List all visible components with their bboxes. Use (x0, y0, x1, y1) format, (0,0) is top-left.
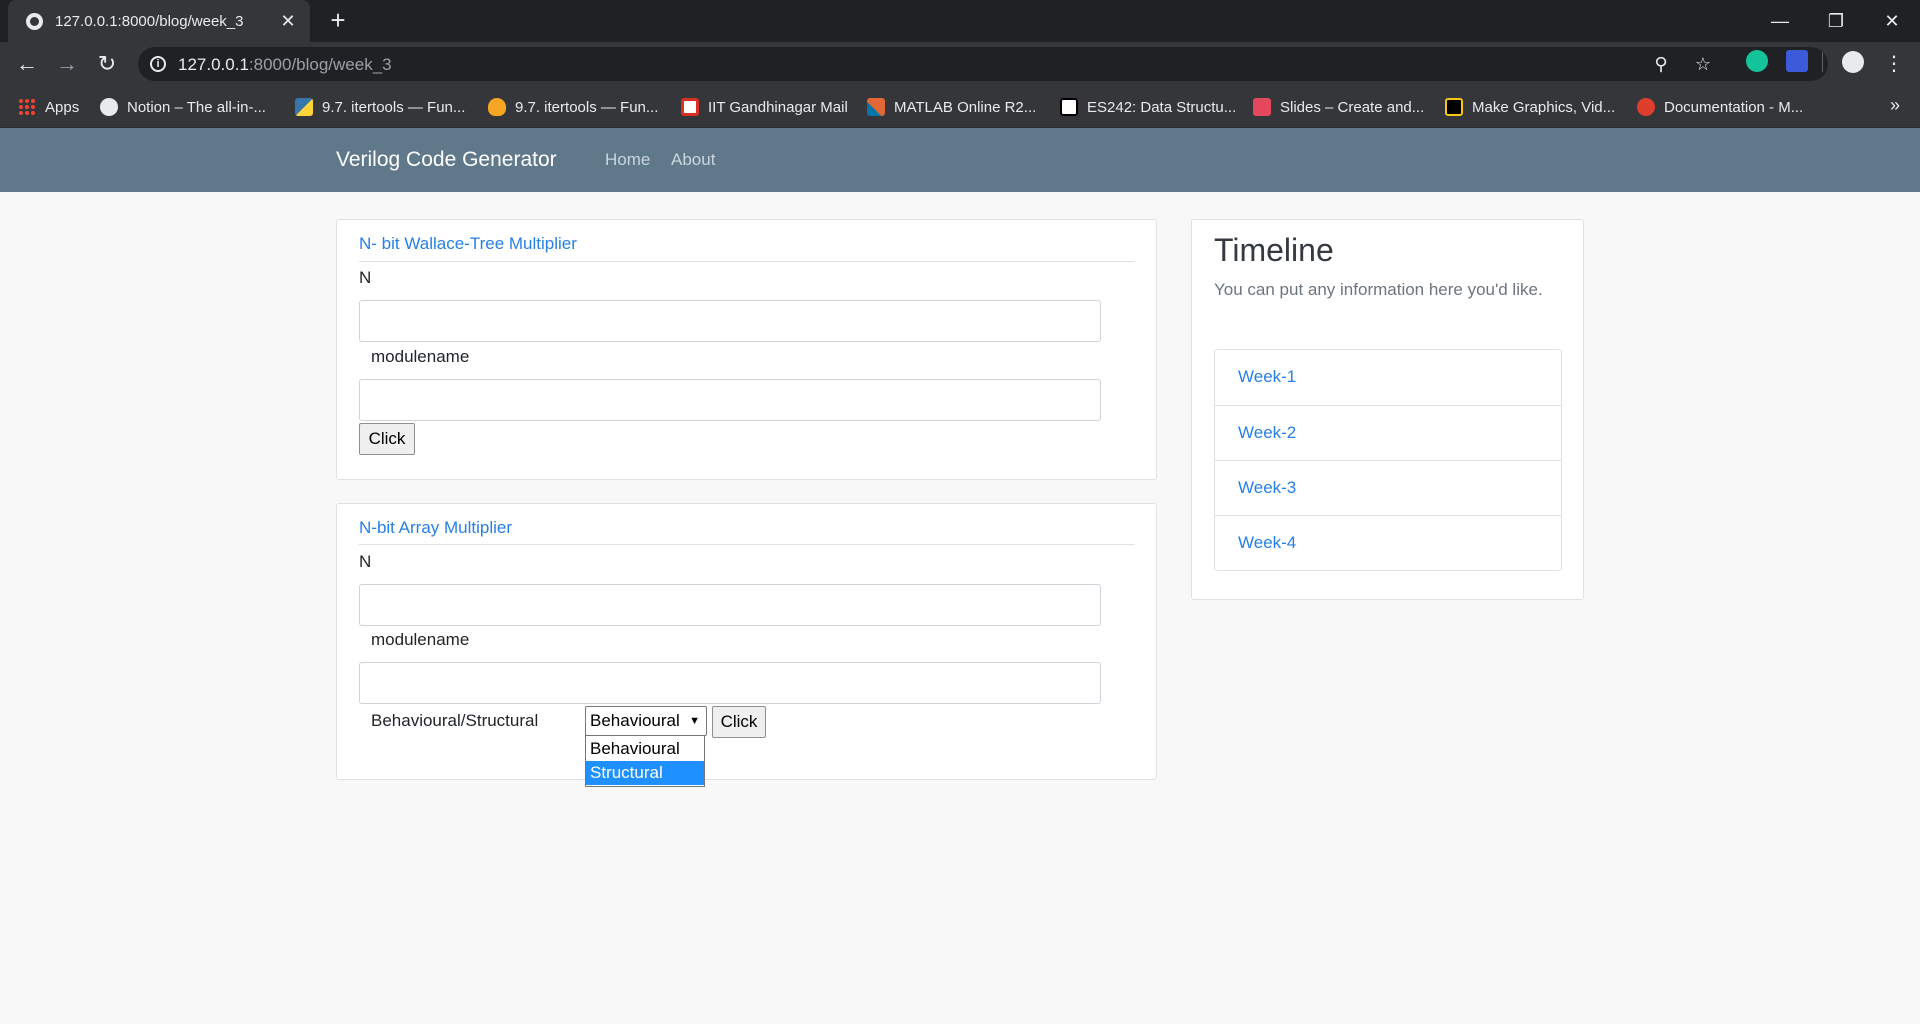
bookmarks-overflow-icon[interactable]: » (1890, 95, 1900, 116)
wallace-card: N- bit Wallace-Tree Multiplier N modulen… (336, 219, 1157, 480)
slides-icon (1253, 98, 1271, 116)
bookmark-notion[interactable]: Notion – The all-in-... (100, 97, 266, 117)
timeline-item-week-4[interactable]: Week-4 (1215, 515, 1561, 570)
apps-grid-icon (18, 98, 36, 116)
wallace-title: N- bit Wallace-Tree Multiplier (359, 234, 577, 253)
wallace-n-input[interactable] (359, 300, 1101, 342)
browser-tabstrip: 127.0.0.1:8000/blog/week_3 ✕ + — ❐ ✕ (0, 0, 1920, 42)
url-text[interactable]: 127.0.0.1:8000/blog/week_3 (178, 55, 392, 75)
bookmark-itertools-1[interactable]: 9.7. itertools — Fun... (295, 97, 465, 117)
close-tab-icon[interactable]: ✕ (278, 11, 298, 32)
nav-home[interactable]: Home (605, 150, 650, 170)
zoom-icon[interactable]: ⚲ (1650, 53, 1672, 75)
option-behavioural[interactable]: Behavioural (586, 737, 704, 761)
tab-title: 127.0.0.1:8000/blog/week_3 (55, 12, 244, 30)
wallace-modulename-input[interactable] (359, 379, 1101, 421)
wallace-divider (359, 261, 1135, 262)
bookmark-slides[interactable]: Slides – Create and... (1253, 97, 1424, 117)
restore-icon[interactable]: ❐ (1808, 0, 1864, 42)
spark-icon (1445, 98, 1463, 116)
browser-toolbar: ← → ↻ i 127.0.0.1:8000/blog/week_3 ⚲ ☆ ⋮ (0, 42, 1920, 86)
array-modulename-input[interactable] (359, 662, 1101, 704)
wallace-modulename-label: modulename (371, 347, 470, 366)
grammarly-icon[interactable] (1746, 50, 1768, 72)
bookmarks-bar: Apps Notion – The all-in-... 9.7. iterto… (0, 86, 1920, 128)
flame-icon (488, 98, 506, 116)
info-icon[interactable]: i (150, 56, 166, 72)
option-structural[interactable]: Structural (586, 761, 704, 785)
site-navbar: Verilog Code Generator Home About (0, 128, 1920, 192)
timeline-item-week-2[interactable]: Week-2 (1215, 405, 1561, 460)
matlab-icon (867, 98, 885, 116)
array-title: N-bit Array Multiplier (359, 518, 513, 537)
timeline-item-week-1[interactable]: Week-1 (1215, 350, 1561, 405)
close-window-icon[interactable]: ✕ (1864, 0, 1920, 42)
globe-icon (26, 12, 43, 30)
array-card: N-bit Array Multiplier N modulename Beha… (336, 503, 1157, 787)
profile-icon[interactable] (1842, 51, 1864, 73)
browser-tab[interactable]: 127.0.0.1:8000/blog/week_3 ✕ (8, 0, 310, 42)
array-n-input[interactable] (359, 584, 1101, 626)
array-type-select[interactable]: Behavioural ▼ (585, 706, 707, 736)
python-icon (295, 98, 313, 116)
bookmark-gmail[interactable]: IIT Gandhinagar Mail (681, 97, 848, 117)
back-arrow-icon[interactable]: ← (13, 50, 41, 78)
timeline-list: Week-1 Week-2 Week-3 Week-4 (1214, 349, 1562, 571)
bookmark-notion-es242[interactable]: ES242: Data Structu... (1060, 97, 1236, 117)
timeline-item-week-3[interactable]: Week-3 (1215, 460, 1561, 515)
wallace-click-button[interactable]: Click (359, 423, 415, 455)
array-click-button[interactable]: Click (712, 706, 766, 738)
nav-about[interactable]: About (671, 150, 715, 170)
array-modulename-label: modulename (371, 630, 470, 649)
array-n-label: N (359, 552, 372, 571)
dropdown-arrow-icon: ▼ (689, 715, 700, 727)
gmail-icon (681, 98, 699, 116)
extension-icon[interactable] (1786, 50, 1808, 72)
bookmark-apps[interactable]: Apps (18, 97, 79, 117)
page-content: Verilog Code Generator Home About N- bit… (0, 128, 1920, 1024)
new-tab-button[interactable]: + (324, 6, 352, 34)
address-bar[interactable]: i 127.0.0.1:8000/blog/week_3 ⚲ ☆ (138, 47, 1828, 81)
bookmark-matlab[interactable]: MATLAB Online R2... (867, 97, 1036, 117)
bookmark-documentation[interactable]: Documentation - M... (1637, 97, 1803, 117)
array-type-dropdown: Behavioural Structural (585, 735, 705, 787)
toolbar-divider (1822, 52, 1823, 72)
star-icon[interactable]: ☆ (1692, 53, 1714, 75)
minimize-icon[interactable]: — (1752, 0, 1808, 42)
menu-dots-icon[interactable]: ⋮ (1880, 50, 1908, 78)
reload-icon[interactable]: ↻ (93, 50, 121, 78)
timeline-text: You can put any information here you'd l… (1214, 280, 1543, 299)
array-type-label: Behavioural/Structural (371, 711, 539, 730)
forward-arrow-icon[interactable]: → (53, 50, 81, 78)
array-divider (359, 544, 1135, 545)
notion-icon (1060, 98, 1078, 116)
bookmark-spark[interactable]: Make Graphics, Vid... (1445, 97, 1615, 117)
mdn-icon (1637, 98, 1655, 116)
wallace-n-label: N (359, 268, 372, 287)
notion-cup-icon (100, 98, 118, 116)
site-brand[interactable]: Verilog Code Generator (336, 148, 557, 172)
timeline-card: Timeline You can put any information her… (1191, 219, 1584, 600)
bookmark-itertools-2[interactable]: 9.7. itertools — Fun... (488, 97, 658, 117)
timeline-title: Timeline (1214, 232, 1334, 268)
